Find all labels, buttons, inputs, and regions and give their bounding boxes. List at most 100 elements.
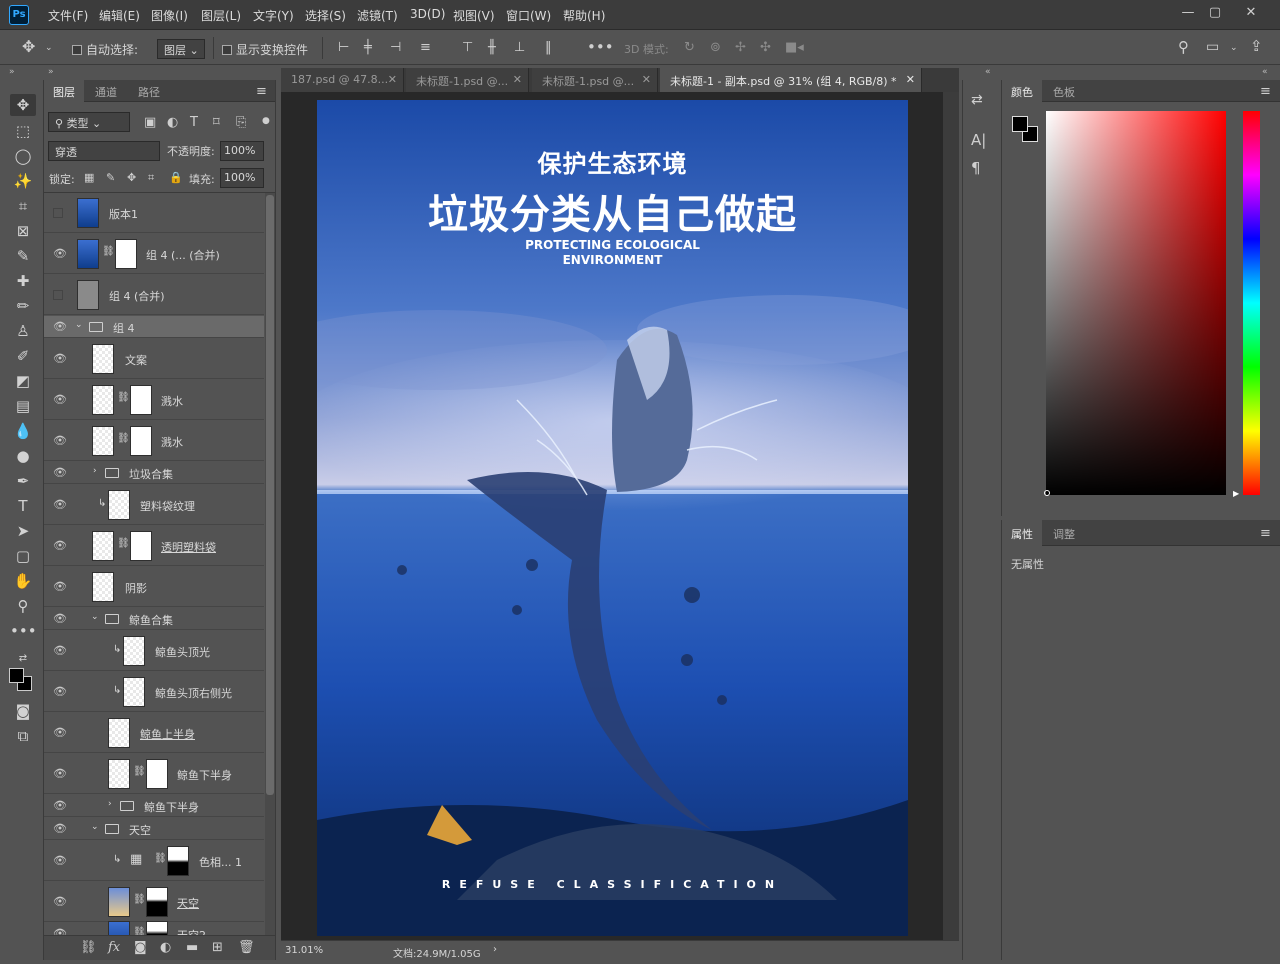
tab-properties[interactable]: 属性	[1002, 520, 1042, 546]
shape-tool-icon[interactable]: ▢	[10, 545, 36, 567]
eye-icon[interactable]: 👁	[53, 394, 67, 405]
eye-icon[interactable]: 👁	[53, 248, 67, 259]
eye-icon[interactable]: 👁	[53, 613, 67, 624]
type-tool-icon[interactable]: T	[10, 495, 36, 517]
eye-icon[interactable]: 👁	[53, 686, 67, 697]
swap-colors-icon[interactable]: ⇄	[10, 648, 36, 670]
foreground-color-swatch[interactable]	[9, 668, 24, 683]
search-icon[interactable]: ⚲	[1178, 39, 1189, 55]
layer-row[interactable]: 👁 ↳ 鲸鱼头顶右侧光	[44, 672, 264, 712]
menu-edit[interactable]: 编辑(E)	[99, 7, 140, 24]
tab-layers[interactable]: 图层	[44, 80, 84, 102]
dodge-tool-icon[interactable]: ●	[10, 445, 36, 467]
healing-brush-icon[interactable]: ✚	[10, 270, 36, 292]
fill-input[interactable]: 100%	[220, 168, 264, 188]
align-middle-v-icon[interactable]: ╫	[488, 40, 496, 56]
filter-toggle-icon[interactable]: ●	[262, 113, 270, 129]
menu-window[interactable]: 窗口(W)	[506, 7, 551, 24]
chevron-right-icon[interactable]: ›	[93, 466, 97, 476]
zoom-level[interactable]: 31.01%	[285, 945, 323, 956]
hue-slider[interactable]	[1243, 111, 1260, 495]
trash-icon[interactable]: 🗑	[238, 940, 255, 956]
lock-position-icon[interactable]: ✥	[127, 170, 136, 186]
tab-adjustments[interactable]: 调整	[1044, 520, 1084, 546]
tab-color[interactable]: 颜色	[1002, 80, 1042, 102]
auto-select-dropdown[interactable]: 图层 ⌄	[157, 39, 205, 59]
more-options-icon[interactable]: •••	[587, 39, 614, 55]
align-right-icon[interactable]: ⊣	[390, 40, 401, 56]
collapse-icon[interactable]: «	[1262, 67, 1268, 77]
gradient-tool-icon[interactable]: ▤	[10, 395, 36, 417]
show-transform-checkbox[interactable]: 显示变换控件	[222, 41, 308, 58]
layer-filter-dropdown[interactable]: ⚲ 类型 ⌄	[48, 112, 130, 132]
menu-select[interactable]: 选择(S)	[305, 7, 346, 24]
tab-channels[interactable]: 通道	[86, 80, 126, 102]
paragraph-icon[interactable]: ¶	[971, 160, 981, 176]
quick-mask-icon[interactable]: ◙	[10, 700, 36, 722]
panel-menu-icon[interactable]: ≡	[1260, 84, 1271, 100]
move-tool-icon[interactable]: ✥	[22, 39, 35, 55]
distribute-icon[interactable]: ≡	[420, 40, 431, 56]
chevron-right-icon[interactable]: ›	[108, 799, 112, 809]
layer-row[interactable]: 版本1	[44, 193, 264, 233]
character-icon[interactable]: A|	[971, 132, 986, 148]
lock-all-icon[interactable]: 🔒	[169, 170, 183, 186]
blend-mode-dropdown[interactable]: 穿透	[48, 141, 160, 161]
frame-tool-icon[interactable]: ⊠	[10, 220, 36, 242]
share-icon[interactable]: ⇪	[1250, 38, 1263, 54]
lasso-tool-icon[interactable]: ◯	[10, 145, 36, 167]
layer-row[interactable]: 👁 阴影	[44, 567, 264, 607]
align-center-h-icon[interactable]: ╪	[364, 40, 372, 56]
eye-icon[interactable]: 👁	[53, 800, 67, 811]
crop-tool-icon[interactable]: ⌗	[10, 195, 36, 217]
layer-row[interactable]: 👁 › 垃圾合集	[44, 462, 264, 484]
layer-row[interactable]: 👁 ⛓ 鲸鱼下半身	[44, 754, 264, 794]
roll-3d-icon[interactable]: ⊚	[710, 40, 721, 56]
filter-smart-icon[interactable]: ⎘	[236, 115, 246, 131]
tab-swatches[interactable]: 色板	[1044, 80, 1084, 102]
color-picker-marker[interactable]	[1044, 490, 1050, 496]
eye-icon[interactable]: 👁	[53, 435, 67, 446]
collapse-icon[interactable]: »	[9, 67, 15, 77]
layer-row[interactable]: 👁 ⌄ 鲸鱼合集	[44, 608, 264, 630]
doc-tab[interactable]: 未标题-1.psd @... ✕	[532, 68, 658, 92]
layers-scrollbar[interactable]	[265, 193, 275, 938]
collapse-icon[interactable]: «	[985, 67, 991, 77]
layer-row[interactable]: 👁 ⛓ 组 4 (... (合并)	[44, 234, 264, 274]
eye-icon[interactable]: 👁	[53, 645, 67, 656]
menu-help[interactable]: 帮助(H)	[563, 7, 605, 24]
menu-view[interactable]: 视图(V)	[453, 7, 495, 24]
doc-tab[interactable]: 187.psd @ 47.8... ✕	[281, 68, 404, 92]
chevron-down-icon[interactable]: ⌄	[91, 822, 99, 832]
filter-type-icon[interactable]: T	[190, 115, 198, 131]
menu-type[interactable]: 文字(Y)	[253, 7, 294, 24]
orbit-3d-icon[interactable]: ↻	[684, 40, 695, 56]
filter-pixel-icon[interactable]: ▣	[144, 115, 156, 131]
color-field[interactable]	[1046, 111, 1226, 495]
align-bottom-icon[interactable]: ⊥	[514, 40, 525, 56]
chevron-down-icon[interactable]: ⌄	[1230, 40, 1238, 56]
lock-artboard-icon[interactable]: ⌗	[148, 170, 154, 186]
foreground-color-swatch[interactable]	[1012, 116, 1028, 132]
eye-icon[interactable]: 👁	[53, 540, 67, 551]
close-button[interactable]: ✕	[1240, 4, 1262, 22]
history-brush-icon[interactable]: ✐	[10, 345, 36, 367]
path-select-icon[interactable]: ➤	[10, 520, 36, 542]
menu-file[interactable]: 文件(F)	[48, 7, 88, 24]
layer-row[interactable]: 👁 ↳ 鲸鱼头顶光	[44, 631, 264, 671]
fx-icon[interactable]: fx	[108, 940, 120, 956]
screen-mode-icon[interactable]: ⧉	[10, 725, 36, 747]
eye-icon[interactable]: 👁	[53, 855, 67, 866]
layer-row-selected[interactable]: 👁 ⌄ 组 4	[44, 316, 264, 338]
panel-menu-icon[interactable]: ≡	[1260, 526, 1271, 542]
layer-row[interactable]: 👁 ↳ 塑料袋纹理	[44, 485, 264, 525]
chevron-right-icon[interactable]: ›	[493, 944, 497, 955]
move-tool-icon[interactable]: ✥	[10, 94, 36, 116]
photoshop-logo[interactable]: Ps	[9, 5, 29, 25]
magic-wand-icon[interactable]: ✨	[10, 170, 36, 192]
eye-icon[interactable]: 👁	[53, 321, 67, 332]
tab-paths[interactable]: 路径	[129, 80, 169, 102]
brush-tool-icon[interactable]: ✏	[10, 295, 36, 317]
pan-3d-icon[interactable]: ✢	[735, 40, 746, 56]
layer-row[interactable]: 👁 › 鲸鱼下半身	[44, 795, 264, 817]
